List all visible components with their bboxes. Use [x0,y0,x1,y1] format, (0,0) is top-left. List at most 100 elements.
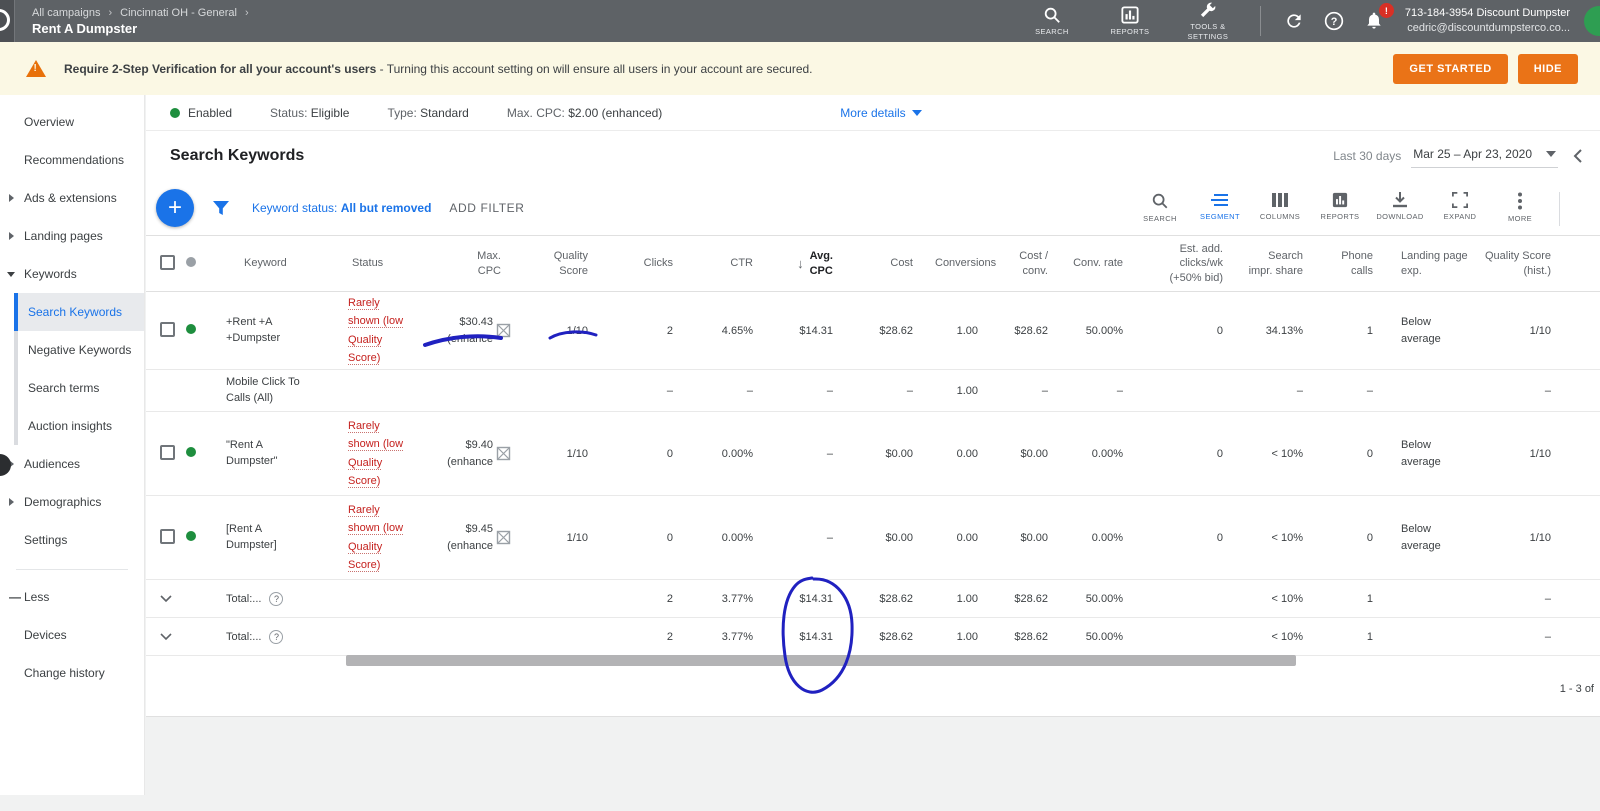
col-header-status[interactable]: Status [348,256,423,270]
breadcrumb-campaign[interactable]: Cincinnati OH - General [120,7,237,19]
status-cell[interactable]: Rarely shown (low Quality Score) [348,417,414,490]
columns-icon [1272,193,1288,207]
notifications-button[interactable]: ! [1361,3,1394,34]
sidebar-item-less[interactable]: — Less [0,578,144,616]
sidebar-item-landing-pages[interactable]: Landing pages [0,217,144,255]
get-started-button[interactable]: GET STARTED [1393,53,1508,84]
row-checkbox[interactable] [160,444,175,460]
total-label-cell: Total:...? [218,629,348,644]
sidebar-item-overview[interactable]: Overview [0,103,144,141]
sidebar-item-search-terms[interactable]: Search terms [18,369,144,407]
phone-calls-cell: 1 [1366,592,1373,605]
col-header-conversions[interactable]: Conversions [935,256,1000,270]
type-field: Type: Standard [387,105,469,120]
total-row: Total:...? 2 3.77% $14.31 $28.62 1.00 $2… [146,580,1600,618]
sidebar-item-change-history[interactable]: Change history [0,654,144,692]
keyword-cell[interactable]: [Rent A Dumpster] [218,522,310,554]
help-button[interactable]: ? [1321,8,1347,34]
phone-calls-cell: 1 [1366,630,1373,643]
col-header-ctr[interactable]: CTR [695,256,775,270]
more-details-link[interactable]: More details [840,106,922,120]
max-cpc-cell[interactable]: $30.43 (enhance [423,314,523,347]
impr-share-cell: < 10% [1271,630,1304,643]
col-header-cost[interactable]: Cost [855,256,935,270]
keyword-cell[interactable]: +Rent +A +Dumpster [218,315,310,347]
cost-conv-cell: $28.62 [1014,592,1048,605]
quality-score-cell: 1/10 [566,324,588,337]
sidebar-item-ads-extensions[interactable]: Ads & extensions [0,179,144,217]
col-header-impr-share[interactable]: Search impr. share [1245,249,1325,278]
qs-hist-cell: 1/10 [1529,447,1551,460]
col-header-cost-conv[interactable]: Cost / conv. [1000,249,1070,278]
col-header-max-cpc[interactable]: Max. CPC [423,249,523,278]
sidebar-item-search-keywords[interactable]: Search Keywords [14,293,144,331]
sidebar-item-demographics[interactable]: Demographics [0,483,144,521]
account-name: 713-184-3954 Discount Dumpster [1404,7,1570,20]
status-cell[interactable]: Rarely shown (low Quality Score) [348,294,414,367]
col-header-landing-page[interactable]: Landing page exp. [1395,249,1480,278]
col-header-quality-score[interactable]: Quality Score [523,249,610,278]
enabled-dot-icon [186,447,196,457]
account-info[interactable]: 713-184-3954 Discount Dumpster cedric@di… [1405,6,1570,36]
status-cell[interactable]: Rarely shown (low Quality Score) [348,501,414,574]
col-header-clicks[interactable]: Clicks [610,256,695,270]
max-cpc-cell[interactable]: $9.40 (enhance [423,437,523,470]
segment-button[interactable]: SEGMENT [1194,192,1246,221]
expand-button[interactable]: EXPAND [1434,192,1486,221]
keyword-cell[interactable]: "Rent A Dumpster" [218,438,310,470]
google-ads-app: All campaigns › Cincinnati OH - General … [0,0,1600,811]
sidebar-item-recommendations[interactable]: Recommendations [0,141,144,179]
keyword-status-filter-chip[interactable]: Keyword status: All but removed [252,201,431,215]
total-label-cell: Total:...? [218,591,348,606]
expand-total-button[interactable] [146,632,186,641]
add-keyword-fab[interactable]: + [156,188,194,227]
date-range-value[interactable]: Mar 25 – Apr 23, 2020 [1411,143,1558,168]
hide-button[interactable]: HIDE [1517,53,1578,84]
row-checkbox[interactable] [160,528,175,544]
breadcrumb-all-campaigns[interactable]: All campaigns [32,7,100,19]
collapse-chart-button[interactable] [1572,148,1584,163]
col-header-est-add-clicks[interactable]: Est. add. clicks/wk (+50% bid) [1145,242,1245,285]
refresh-button[interactable] [1281,8,1307,34]
conv-rate-cell: 0.00% [1091,531,1123,544]
est-add-cell: 0 [1216,531,1223,544]
help-icon[interactable]: ? [269,629,284,644]
select-all-checkbox[interactable] [160,254,175,270]
sidebar-item-devices[interactable]: Devices [0,616,144,654]
horizontal-scrollbar[interactable] [346,655,1296,666]
sidebar-item-settings[interactable]: Settings [0,521,144,559]
tools-settings-button[interactable]: TOOLS & SETTINGS [1176,1,1240,41]
col-header-qs-hist[interactable]: Quality Score (hist.) [1480,249,1573,278]
reports-button[interactable]: REPORTS [1098,6,1162,36]
filter-funnel-icon[interactable] [212,200,230,216]
col-header-phone-calls[interactable]: Phone calls [1325,249,1395,278]
toolbar-scrollbar[interactable] [1559,192,1560,226]
qs-hist-cell: – [1544,630,1551,643]
expand-total-button[interactable] [146,594,186,603]
col-header-avg-cpc[interactable]: ↓ Avg. CPC [775,249,855,278]
avatar[interactable] [1584,6,1600,36]
table-reports-button[interactable]: REPORTS [1314,192,1366,221]
expand-icon [1452,192,1468,208]
max-cpc-cell[interactable]: $9.45 (enhance [423,521,523,554]
col-header-keyword[interactable]: Keyword [218,256,348,270]
sidebar-item-negative-keywords[interactable]: Negative Keywords [18,331,144,369]
add-filter-button[interactable]: ADD FILTER [449,201,524,215]
table-search-button[interactable]: SEARCH [1134,192,1186,223]
chevron-down-icon [1546,151,1556,157]
search-button[interactable]: SEARCH [1020,6,1084,36]
download-button[interactable]: DOWNLOAD [1374,192,1426,221]
conv-rate-cell: – [1116,384,1123,397]
help-icon[interactable]: ? [269,591,284,606]
sidebar-divider [16,569,128,570]
sidebar-item-audiences[interactable]: Audiences [0,445,144,483]
table-row: "Rent A Dumpster" Rarely shown (low Qual… [146,412,1600,496]
row-checkbox[interactable] [160,321,175,337]
landing-page-cell: Below average [1401,316,1441,345]
cost-conv-cell: $0.00 [1020,531,1048,544]
col-header-conv-rate[interactable]: Conv. rate [1070,256,1145,270]
sidebar-item-keywords[interactable]: Keywords [0,255,144,293]
sidebar-item-auction-insights[interactable]: Auction insights [18,407,144,445]
columns-button[interactable]: COLUMNS [1254,192,1306,221]
more-button[interactable]: MORE [1494,192,1546,223]
